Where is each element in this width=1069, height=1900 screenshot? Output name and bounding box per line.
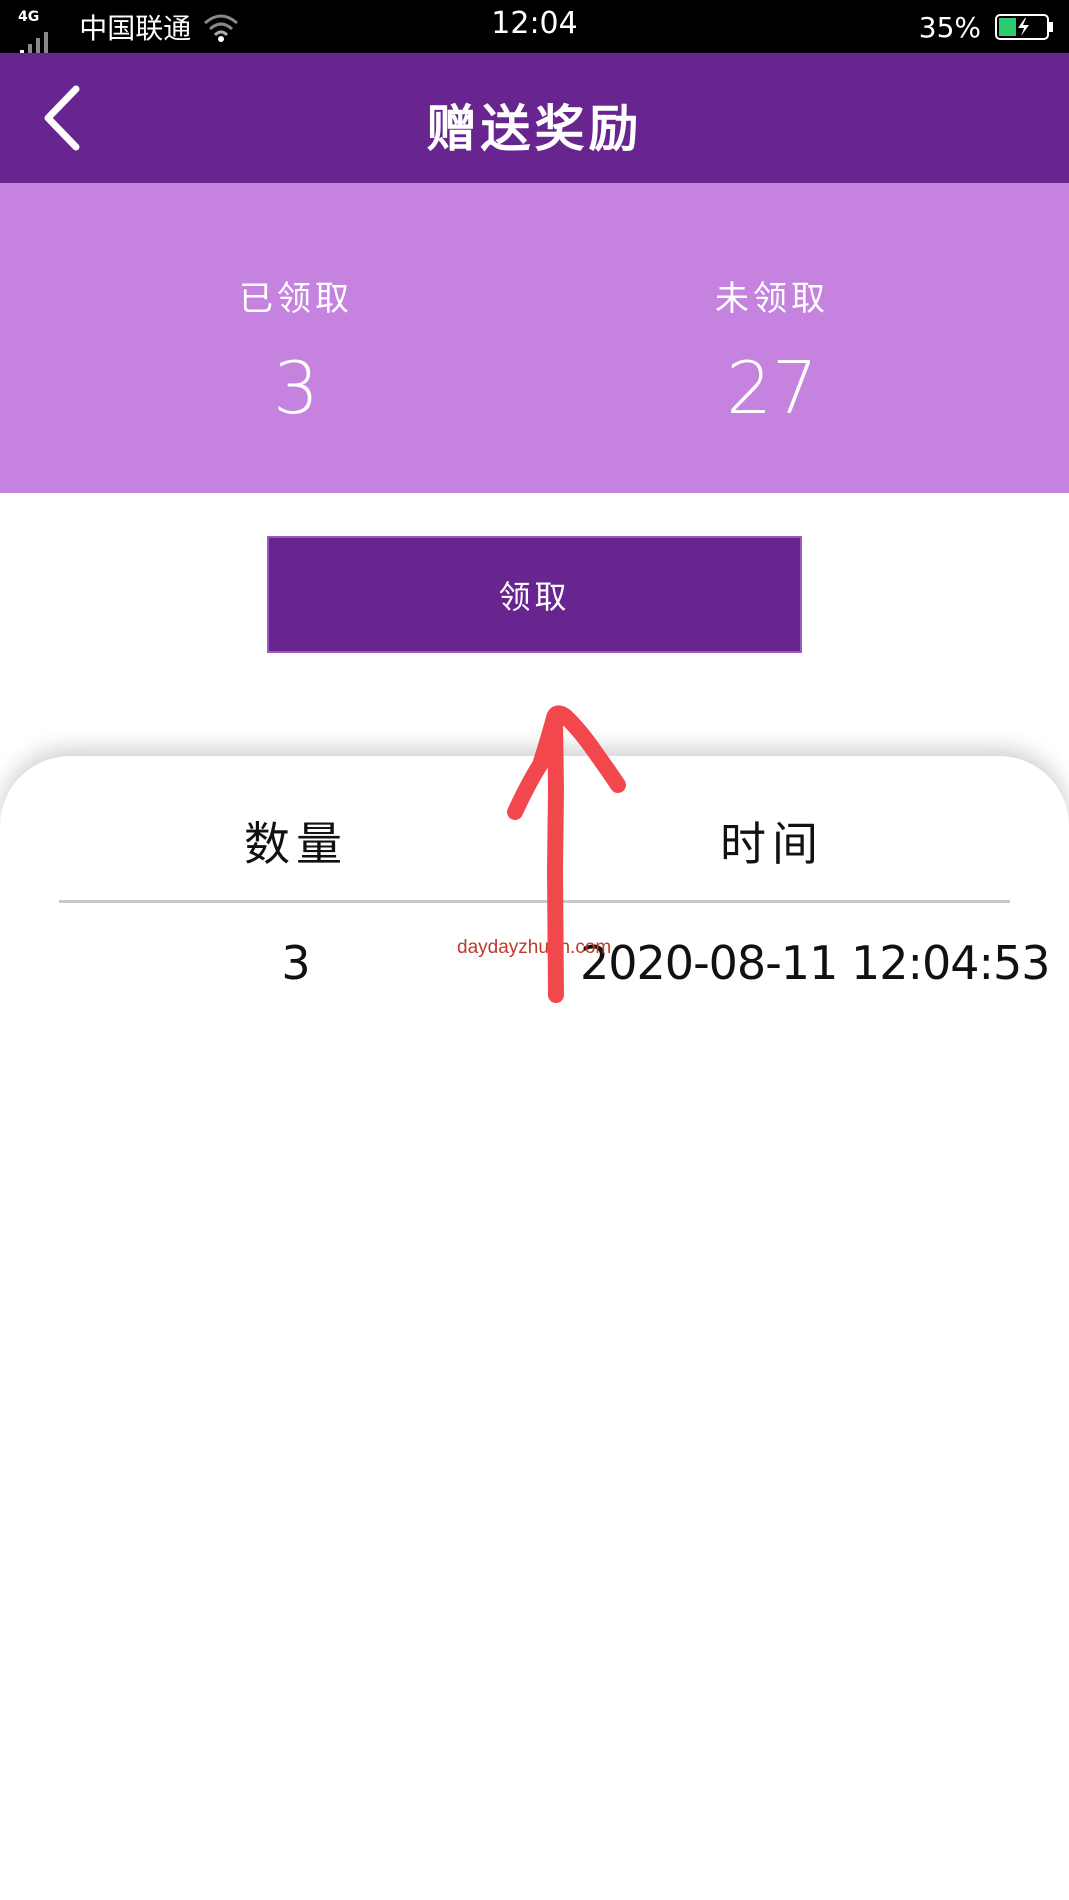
stats-panel: 已领取 3 未领取 27: [0, 183, 1069, 493]
records-card: 数量 时间 3 2020-08-11 12:04:53: [0, 756, 1069, 1900]
unclaimed-value: 27: [726, 346, 818, 430]
claimed-stat: 已领取 3: [146, 271, 446, 430]
status-bar: 4G 中国联通 12:04 35%: [0, 0, 1069, 56]
battery-percent: 35%: [918, 10, 981, 44]
watermark: daydayzhuan.com: [457, 937, 612, 958]
clock: 12:04: [491, 6, 578, 41]
claimed-label: 已领取: [239, 279, 353, 319]
row-quantity: 3: [281, 936, 311, 990]
records-header: 数量 时间: [0, 808, 1069, 878]
page-title: 赠送奖励: [426, 99, 643, 158]
claimed-value: 3: [273, 346, 319, 430]
column-header-quantity: 数量: [244, 817, 348, 871]
column-header-time: 时间: [720, 817, 824, 871]
row-time: 2020-08-11 12:04:53: [580, 936, 1051, 990]
status-right: 35%: [919, 8, 1055, 46]
app-header: 赠送奖励: [0, 53, 1069, 183]
unclaimed-label: 未领取: [715, 279, 829, 319]
battery-icon: [995, 14, 1053, 40]
unclaimed-stat: 未领取 27: [622, 271, 922, 430]
claim-button[interactable]: 领取: [267, 536, 802, 653]
divider: [59, 900, 1010, 903]
